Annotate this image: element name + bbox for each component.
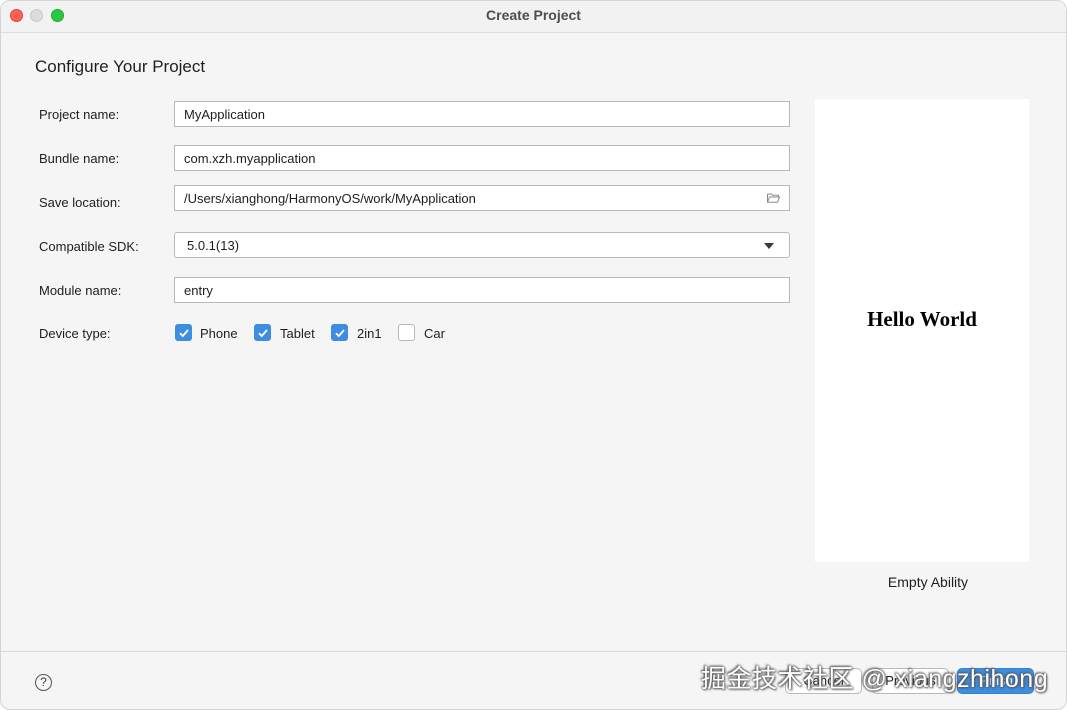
tablet-checkbox-label[interactable]: Tablet [280,326,315,341]
template-preview: Hello World [815,99,1029,562]
project-name-value: MyApplication [184,107,265,122]
checkmark-icon [179,329,189,338]
title-bar: Create Project [1,1,1066,33]
phone-checkbox-label[interactable]: Phone [200,326,238,341]
footer-divider [1,651,1066,652]
save-location-label: Save location: [39,195,121,210]
window-title: Create Project [486,7,581,23]
chevron-down-icon [764,243,774,249]
compatible-sdk-label: Compatible SDK: [39,239,139,254]
watermark: 掘金技术社区 @ xiangzhihong [701,665,1049,693]
bundle-name-field[interactable]: com.xzh.myapplication [174,145,790,171]
checkmark-icon [335,329,345,338]
module-name-label: Module name: [39,283,122,298]
tablet-checkbox[interactable] [254,324,271,341]
module-name-field[interactable]: entry [174,277,790,303]
compatible-sdk-value: 5.0.1(13) [187,238,240,253]
2in1-checkbox-label[interactable]: 2in1 [357,326,382,341]
car-checkbox[interactable] [398,324,415,341]
save-location-field[interactable]: /Users/xianghong/HarmonyOS/work/MyApplic… [174,185,790,211]
car-checkbox-label[interactable]: Car [424,326,445,341]
page-title: Configure Your Project [35,57,206,76]
checkmark-icon [258,329,268,338]
phone-checkbox[interactable] [175,324,192,341]
bundle-name-label: Bundle name: [39,151,120,166]
2in1-checkbox[interactable] [331,324,348,341]
project-name-field[interactable]: MyApplication [174,101,790,127]
create-project-window: Create Project Configure Your Project Pr… [0,0,1067,710]
help-icon[interactable]: ? [35,674,52,691]
preview-hello-world: Hello World [867,307,977,331]
module-name-value: entry [184,283,213,298]
folder-icon[interactable] [767,193,780,203]
bundle-name-value: com.xzh.myapplication [184,151,316,166]
device-type-label: Device type: [39,326,111,341]
project-name-label: Project name: [39,107,120,122]
template-name: Empty Ability [887,574,969,590]
compatible-sdk-select[interactable]: 5.0.1(13) [174,232,790,258]
save-location-value: /Users/xianghong/HarmonyOS/work/MyApplic… [184,191,476,206]
